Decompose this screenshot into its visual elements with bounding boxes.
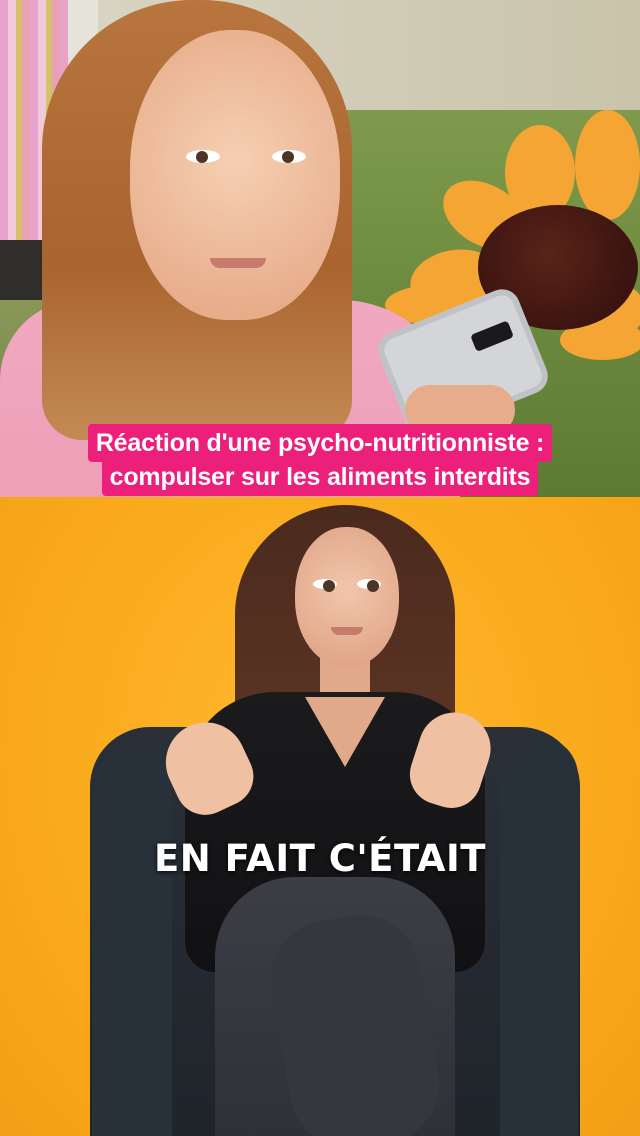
speaker-face [295, 527, 399, 667]
armchair-left-arm [92, 747, 172, 1136]
presenter-face [130, 30, 340, 320]
title-caption: Réaction d'une psycho-nutritionniste : c… [0, 424, 640, 496]
original-video-panel: EN FAIT C'ÉTAIT [0, 497, 640, 1136]
reaction-video-panel: Réaction d'une psycho-nutritionniste : c… [0, 0, 640, 497]
video-frame[interactable]: Réaction d'une psycho-nutritionniste : c… [0, 0, 640, 1136]
armchair-right-arm [500, 737, 578, 1136]
title-caption-line-2: compulser sur les aliments interdits [101, 458, 539, 496]
phone-camera [470, 320, 514, 352]
title-caption-line-1: Réaction d'une psycho-nutritionniste : [87, 424, 553, 462]
subtitle-caption: EN FAIT C'ÉTAIT [154, 837, 486, 880]
